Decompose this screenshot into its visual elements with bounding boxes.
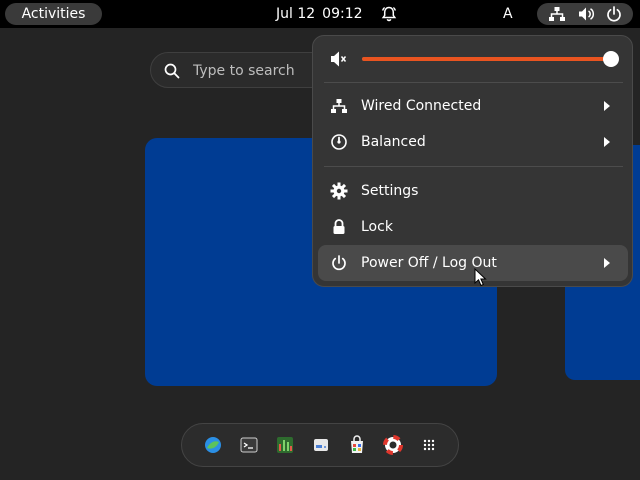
help-icon[interactable] xyxy=(383,435,403,455)
menu-item-power-off-log-out[interactable]: Power Off / Log Out xyxy=(318,245,628,281)
power-profile-icon xyxy=(331,134,347,150)
browser-icon[interactable] xyxy=(203,435,223,455)
time-label: 09:12 xyxy=(322,6,363,22)
show-apps-icon[interactable] xyxy=(419,435,439,455)
submenu-arrow-icon xyxy=(604,101,610,111)
dash xyxy=(181,423,459,467)
system-monitor-icon[interactable] xyxy=(275,435,295,455)
disk-utility-icon[interactable] xyxy=(311,435,331,455)
network-wired-icon xyxy=(549,7,565,21)
menu-item-label: Wired Connected xyxy=(361,98,482,114)
menu-item-lock[interactable]: Lock xyxy=(318,209,628,245)
menu-item-wired-connected[interactable]: Wired Connected xyxy=(318,88,628,124)
mouse-pointer-icon xyxy=(474,268,487,287)
volume-slider-handle[interactable] xyxy=(602,51,619,67)
menu-item-label: Settings xyxy=(361,183,419,199)
power-icon xyxy=(332,255,346,271)
submenu-arrow-icon xyxy=(604,137,610,147)
volume-muted-icon[interactable] xyxy=(330,50,348,68)
volume-slider-fill xyxy=(362,57,611,61)
submenu-arrow-icon xyxy=(604,258,610,268)
menu-item-label: Balanced xyxy=(361,134,426,150)
search-icon xyxy=(164,63,180,79)
input-source-indicator[interactable]: A xyxy=(503,0,513,28)
lock-icon xyxy=(333,219,345,234)
network-wired-icon xyxy=(331,99,347,113)
clock[interactable]: Jul 12 09:12 xyxy=(276,0,370,28)
menu-item-balanced[interactable]: Balanced xyxy=(318,124,628,160)
activities-button[interactable]: Activities xyxy=(5,3,102,25)
terminal-icon[interactable] xyxy=(239,435,259,455)
menu-separator xyxy=(324,82,623,83)
volume-icon xyxy=(579,7,595,21)
top-bar: Activities Jul 12 09:12 A xyxy=(0,0,640,28)
menu-item-settings[interactable]: Settings xyxy=(318,173,628,209)
gear-icon xyxy=(330,182,348,200)
notification-bell-icon[interactable] xyxy=(380,5,398,23)
volume-slider[interactable] xyxy=(362,50,619,68)
menu-item-label: Lock xyxy=(361,219,393,235)
system-menu: Wired Connected Balanced Settings Lock P… xyxy=(312,35,633,287)
software-installer-icon[interactable] xyxy=(347,435,367,455)
menu-separator xyxy=(324,166,623,167)
system-status-button[interactable] xyxy=(537,3,633,25)
power-icon xyxy=(607,6,621,22)
date-label: Jul 12 xyxy=(276,6,316,22)
